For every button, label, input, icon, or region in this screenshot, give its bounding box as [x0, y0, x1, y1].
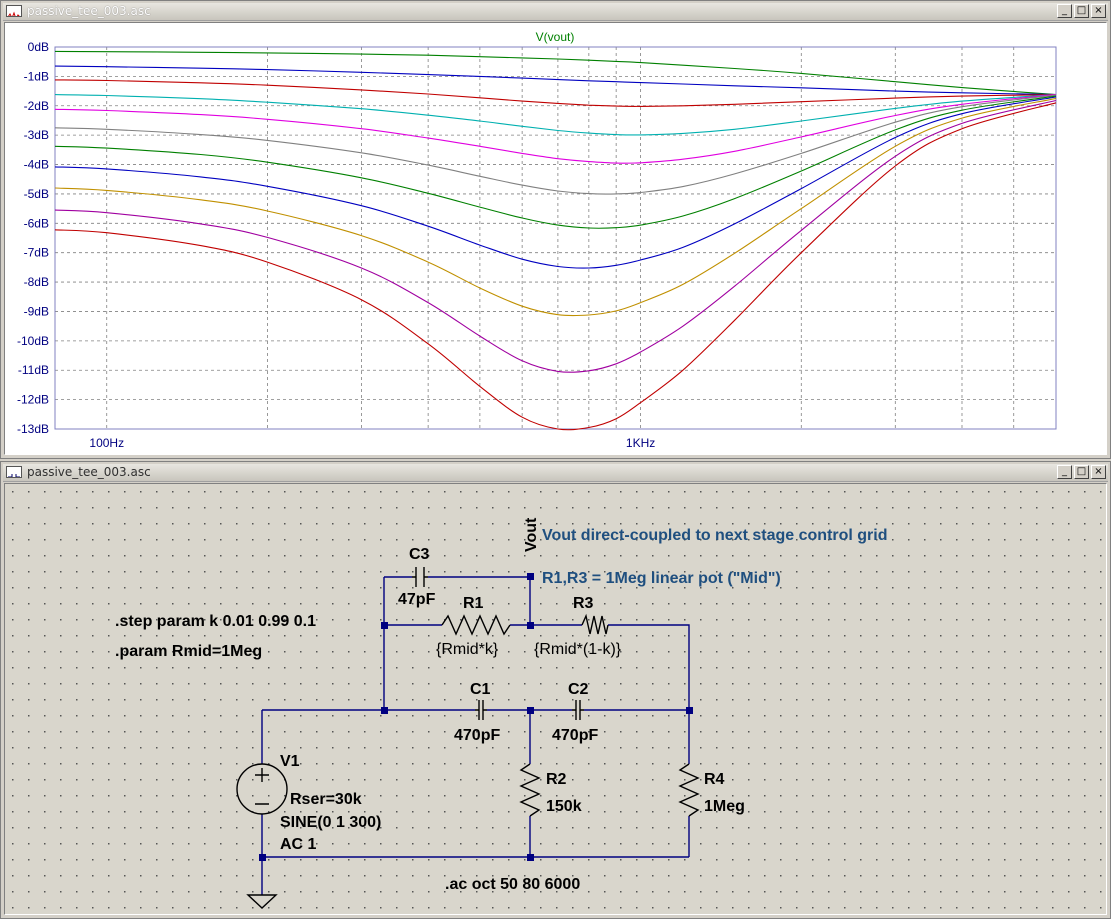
series-line-5[interactable] [54, 94, 1057, 195]
net-label-vout[interactable]: Vout [523, 517, 540, 552]
close-button[interactable]: × [1091, 4, 1106, 18]
plot-pane[interactable]: 0dB -1dB -2dB -3dB -4dB -5dB -6dB -7dB -8dB -9dB -… [4, 22, 1107, 455]
v1-rser[interactable]: Rser=30k [290, 791, 362, 808]
schematic-window: passive_tee_003.asc _ □ × Vout C3 47pF R… [0, 461, 1111, 919]
x-tick-label: 1KHz [626, 436, 655, 450]
plot-frame [54, 46, 1057, 430]
series-line-9[interactable] [54, 99, 1057, 373]
y-tick-label: -11dB [18, 363, 49, 377]
series-line-7[interactable] [54, 96, 1057, 269]
y-tick-label: -1dB [24, 69, 49, 83]
param-directive[interactable]: .param Rmid=1Meg [115, 643, 262, 660]
schematic-icon [6, 466, 22, 478]
c3-name[interactable]: C3 [409, 546, 430, 563]
y-tick-label: -9dB [24, 304, 49, 318]
schematic-pane[interactable]: Vout C3 47pF R1 {Rmid*k} R3 {Rmid*(1-k)}… [4, 483, 1108, 917]
c3-value[interactable]: 47pF [398, 591, 436, 608]
v1-ac[interactable]: AC 1 [280, 836, 317, 853]
r2-name[interactable]: R2 [546, 771, 567, 788]
plot-canvas[interactable]: 0dB -1dB -2dB -3dB -4dB -5dB -6dB -7dB -8dB -9dB -… [5, 23, 1108, 457]
v1-name[interactable]: V1 [280, 753, 300, 770]
y-tick-label: -13dB [17, 422, 49, 436]
plot-trace-title[interactable]: V(vout) [536, 30, 575, 44]
series-line-6[interactable] [54, 95, 1057, 229]
y-tick-label: -2dB [24, 99, 49, 113]
maximize-button[interactable]: □ [1074, 465, 1089, 479]
y-tick-label: -12dB [17, 393, 49, 407]
maximize-button[interactable]: □ [1074, 4, 1089, 18]
y-tick-label: -3dB [24, 128, 49, 142]
r3-value[interactable]: {Rmid*(1-k)} [534, 641, 622, 658]
v1-sine[interactable]: SINE(0 1 300) [280, 814, 381, 831]
series-line-2[interactable] [54, 79, 1057, 107]
ac-directive[interactable]: .ac oct 50 80 6000 [445, 876, 580, 893]
y-tick-label: -8dB [24, 275, 49, 289]
series-line-8[interactable] [54, 97, 1057, 317]
comment-pot[interactable]: R1,R3 = 1Meg linear pot ("Mid") [542, 570, 781, 587]
plot-window: passive_tee_003.asc _ □ × 0dB -1dB -2dB -3dB -… [0, 0, 1111, 459]
c1-name[interactable]: C1 [470, 681, 491, 698]
series-line-4[interactable] [54, 94, 1057, 164]
minimize-button[interactable]: _ [1057, 465, 1072, 479]
y-tick-label: -10dB [17, 334, 49, 348]
r1-name[interactable]: R1 [463, 595, 484, 612]
x-tick-label: 100Hz [89, 436, 124, 450]
minimize-button[interactable]: _ [1057, 4, 1072, 18]
schematic-grid [5, 484, 1108, 917]
schematic-canvas[interactable]: Vout C3 47pF R1 {Rmid*k} R3 {Rmid*(1-k)}… [5, 484, 1108, 917]
comment-vout[interactable]: Vout direct-coupled to next stage contro… [542, 527, 888, 544]
close-button[interactable]: × [1091, 465, 1106, 479]
schematic-window-titlebar[interactable]: passive_tee_003.asc _ □ × [3, 464, 1108, 482]
series-line-0[interactable] [54, 50, 1057, 96]
r2-value[interactable]: 150k [546, 798, 582, 815]
y-tick-label: -6dB [24, 216, 49, 230]
y-tick-label: -4dB [24, 158, 49, 172]
r4-value[interactable]: 1Meg [704, 798, 745, 815]
y-tick-label: -5dB [24, 187, 49, 201]
series-line-1[interactable] [54, 65, 1057, 96]
plot-window-title: passive_tee_003.asc [27, 4, 151, 18]
r3-name[interactable]: R3 [573, 595, 594, 612]
step-directive[interactable]: .step param k 0.01 0.99 0.1 [115, 613, 316, 630]
r1-value[interactable]: {Rmid*k} [436, 641, 499, 658]
c2-name[interactable]: C2 [568, 681, 589, 698]
r4-name[interactable]: R4 [704, 771, 725, 788]
c2-value[interactable]: 470pF [552, 727, 598, 744]
waveform-icon [6, 5, 22, 17]
y-tick-label: 0dB [28, 40, 49, 54]
y-tick-label: -7dB [24, 246, 49, 260]
schematic-window-title: passive_tee_003.asc [27, 465, 151, 479]
c1-value[interactable]: 470pF [454, 727, 500, 744]
plot-window-titlebar[interactable]: passive_tee_003.asc _ □ × [3, 3, 1108, 21]
